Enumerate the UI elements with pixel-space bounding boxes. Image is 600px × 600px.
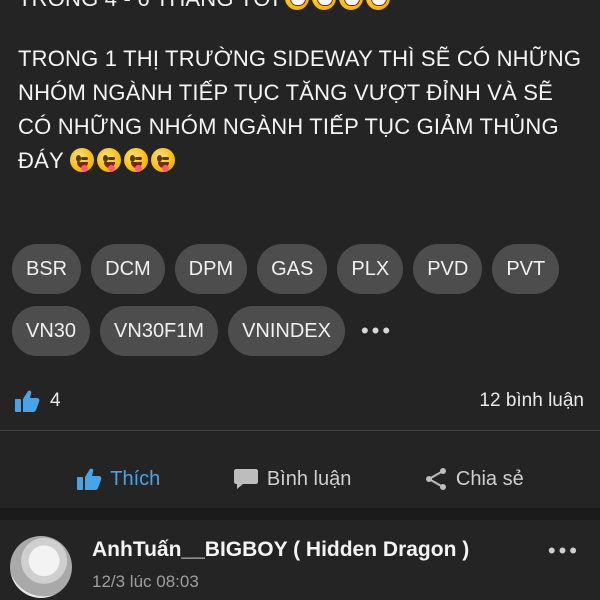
comment-button[interactable]: Bình luận — [233, 467, 352, 491]
comment-item: AnhTuấn__BIGBOY ( Hidden Dragon ) 12/3 l… — [0, 520, 600, 600]
more-tags-button[interactable]: ••• — [355, 306, 393, 356]
post-stats: 4 12 bình luận — [14, 384, 584, 418]
share-button[interactable]: Chia sẻ — [424, 467, 524, 491]
tag-dcm[interactable]: DCM — [91, 244, 165, 294]
grin-emoji-icon — [365, 0, 390, 10]
share-icon — [425, 468, 446, 490]
wink-tongue-emoji-icon — [69, 148, 94, 172]
tag-dpm[interactable]: DPM — [174, 244, 248, 294]
wink-tongue-emoji-icon — [150, 148, 175, 172]
comment-label: Bình luận — [266, 467, 352, 490]
like-count: 4 — [50, 390, 61, 411]
thumbs-up-icon — [15, 390, 40, 412]
post-text-top: TRONG 4 - 6 THÁNG TỚI — [18, 0, 586, 16]
wink-tongue-emoji-icon — [123, 148, 148, 172]
thumbs-up-icon — [77, 468, 102, 490]
comment-timestamp: 12/3 lúc 08:03 — [92, 572, 199, 591]
share-label: Chia sẻ — [455, 467, 524, 490]
tag-pvt[interactable]: PVT — [492, 244, 560, 294]
post-actions: Thích Bình luận Chia sẻ — [0, 452, 600, 506]
tag-row-2: VN30 VN30F1M VNINDEX ••• — [12, 306, 393, 356]
post-top-line: TRONG 4 - 6 THÁNG TỚI — [18, 0, 279, 11]
wink-tongue-emoji-icon — [96, 148, 121, 172]
comment-count[interactable]: 12 bình luận — [479, 390, 584, 412]
grin-emoji-icon — [311, 0, 336, 10]
tag-plx[interactable]: PLX — [337, 244, 404, 294]
tag-row-1: BSR DCM DPM GAS PLX PVD PVT — [12, 244, 560, 294]
tag-vn30f1m[interactable]: VN30F1M — [100, 306, 219, 356]
like-label: Thích — [110, 467, 161, 490]
comment-author[interactable]: AnhTuấn__BIGBOY ( Hidden Dragon ) — [92, 538, 469, 562]
tag-bsr[interactable]: BSR — [12, 244, 82, 294]
like-button[interactable]: Thích — [76, 467, 160, 491]
tag-vn30[interactable]: VN30 — [12, 306, 91, 356]
tag-pvd[interactable]: PVD — [413, 244, 483, 294]
comment-bubble-icon — [233, 469, 258, 489]
divider — [0, 430, 600, 431]
avatar[interactable] — [10, 536, 72, 598]
tag-gas[interactable]: GAS — [257, 244, 328, 294]
grin-emoji-icon — [338, 0, 363, 10]
tag-vnindex[interactable]: VNINDEX — [228, 306, 345, 356]
comment-more-button[interactable]: ••• — [548, 538, 580, 564]
grin-emoji-icon — [284, 0, 309, 10]
like-summary[interactable]: 4 — [14, 389, 61, 413]
section-separator — [0, 508, 600, 520]
post-body: TRONG 1 THỊ TRƯỜNG SIDEWAY THÌ SẼ CÓ NHỮ… — [18, 42, 586, 178]
